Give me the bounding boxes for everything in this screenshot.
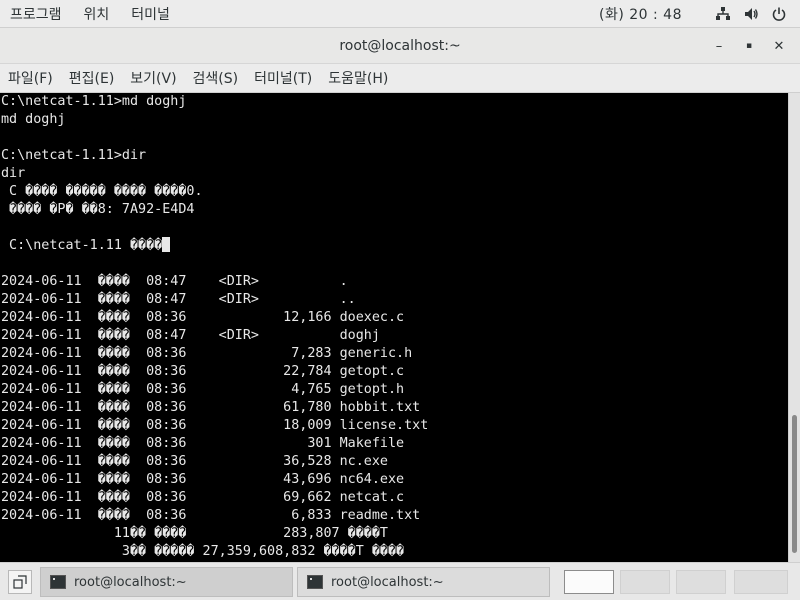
scrollbar-thumb[interactable] bbox=[792, 415, 797, 553]
terminal-line-dir-header: C:\netcat-1.11 ���� bbox=[0, 237, 788, 255]
terminal-output[interactable]: C:\netcat-1.11>md doghj md doghj C:\netc… bbox=[0, 93, 788, 562]
terminal-cursor bbox=[162, 237, 171, 252]
window-title: root@localhost:~ bbox=[339, 37, 461, 54]
terminal-line: 2024-06-11 ���� 08:36 301 Makefile bbox=[1, 436, 405, 451]
workspace-4[interactable] bbox=[734, 570, 788, 594]
terminal-line: 2024-06-11 ���� 08:47 <DIR> .. bbox=[1, 292, 356, 307]
show-desktop-icon bbox=[13, 575, 27, 589]
bottom-panel: root@localhost:~ root@localhost:~ bbox=[0, 562, 800, 600]
terminal-line: 2024-06-11 ���� 08:36 36,528 nc.exe bbox=[1, 454, 388, 469]
menu-search[interactable]: 검색(S) bbox=[185, 68, 245, 88]
terminal-line: 2024-06-11 ���� 08:36 12,166 doexec.c bbox=[1, 310, 405, 325]
terminal-app-menu[interactable]: 터미널 bbox=[120, 0, 181, 27]
terminal-icon bbox=[307, 575, 323, 589]
terminal-icon bbox=[50, 575, 66, 589]
workspace-2[interactable] bbox=[620, 570, 670, 594]
terminal-scrollbar[interactable] bbox=[788, 93, 800, 562]
terminal-line: 2024-06-11 ���� 08:36 18,009 license.txt bbox=[1, 418, 429, 433]
window-titlebar[interactable]: root@localhost:~ – ▪ ✕ bbox=[0, 28, 800, 64]
close-icon: ✕ bbox=[773, 38, 785, 54]
terminal-line: 2024-06-11 ���� 08:47 <DIR> . bbox=[1, 274, 348, 289]
terminal-line: C:\netcat-1.11>dir bbox=[1, 148, 147, 163]
terminal-line: C:\netcat-1.11>md doghj bbox=[1, 94, 187, 109]
terminal-line: ���� �P� ��8: 7A92-E4D4 bbox=[1, 202, 195, 217]
places-menu[interactable]: 위치 bbox=[73, 0, 121, 27]
minimize-button[interactable]: – bbox=[704, 34, 734, 58]
network-icon[interactable] bbox=[714, 5, 732, 23]
terminal-line: 2024-06-11 ���� 08:36 4,765 getopt.h bbox=[1, 382, 405, 397]
terminal-line: 2024-06-11 ���� 08:36 69,662 netcat.c bbox=[1, 490, 405, 505]
applications-menu[interactable]: 프로그램 bbox=[0, 0, 73, 27]
terminal-line: 11�� ���� 283,807 ����T bbox=[1, 526, 388, 541]
terminal-line: 2024-06-11 ���� 08:47 <DIR> doghj bbox=[1, 328, 380, 343]
menu-edit[interactable]: 편집(E) bbox=[61, 68, 121, 88]
volume-icon[interactable] bbox=[742, 5, 760, 23]
power-icon[interactable] bbox=[770, 5, 788, 23]
task-label: root@localhost:~ bbox=[74, 574, 187, 590]
panel-menu: 프로그램 위치 터미널 bbox=[0, 0, 181, 27]
terminal-app-menu-label: 터미널 bbox=[131, 6, 170, 23]
system-tray[interactable] bbox=[704, 5, 788, 23]
terminal-line: 2024-06-11 ���� 08:36 6,833 readme.txt bbox=[1, 508, 421, 523]
terminal-menubar: 파일(F) 편집(E) 보기(V) 검색(S) 터미널(T) 도움말(H) bbox=[0, 64, 800, 93]
terminal-line-text: C:\netcat-1.11 ���� bbox=[1, 238, 163, 253]
task-label: root@localhost:~ bbox=[331, 574, 444, 590]
top-panel: 프로그램 위치 터미널 (화) 20 : 48 bbox=[0, 0, 800, 28]
places-menu-label: 위치 bbox=[83, 6, 110, 23]
terminal-line: dir bbox=[1, 166, 26, 181]
workspace-3[interactable] bbox=[676, 570, 726, 594]
workspace-1[interactable] bbox=[564, 570, 614, 594]
terminal-line: 2024-06-11 ���� 08:36 22,784 getopt.c bbox=[1, 364, 405, 379]
terminal-line: 2024-06-11 ���� 08:36 7,283 generic.h bbox=[1, 346, 413, 361]
task-button-terminal-2[interactable]: root@localhost:~ bbox=[297, 567, 550, 597]
window-controls: – ▪ ✕ bbox=[704, 28, 794, 64]
terminal-line: 3�� ����� 27,359,608,832 ����T ���� bbox=[1, 544, 405, 559]
menu-help[interactable]: 도움말(H) bbox=[320, 68, 394, 88]
menu-file[interactable]: 파일(F) bbox=[0, 68, 59, 88]
maximize-icon: ▪ bbox=[745, 41, 753, 51]
maximize-button[interactable]: ▪ bbox=[734, 34, 764, 58]
close-button[interactable]: ✕ bbox=[764, 34, 794, 58]
clock[interactable]: (화) 20 : 48 bbox=[599, 4, 682, 24]
terminal-line: C ���� ����� ���� ����0. bbox=[1, 184, 203, 199]
show-desktop-button[interactable] bbox=[8, 570, 32, 594]
terminal-line: 2024-06-11 ���� 08:36 43,696 nc64.exe bbox=[1, 472, 405, 487]
minimize-icon: – bbox=[715, 38, 723, 54]
menu-view[interactable]: 보기(V) bbox=[122, 68, 182, 88]
task-button-terminal-1[interactable]: root@localhost:~ bbox=[40, 567, 293, 597]
terminal-line: md doghj bbox=[1, 112, 66, 127]
terminal-line: 2024-06-11 ���� 08:36 61,780 hobbit.txt bbox=[1, 400, 421, 415]
menu-terminal[interactable]: 터미널(T) bbox=[246, 68, 318, 88]
applications-menu-label: 프로그램 bbox=[10, 6, 62, 23]
